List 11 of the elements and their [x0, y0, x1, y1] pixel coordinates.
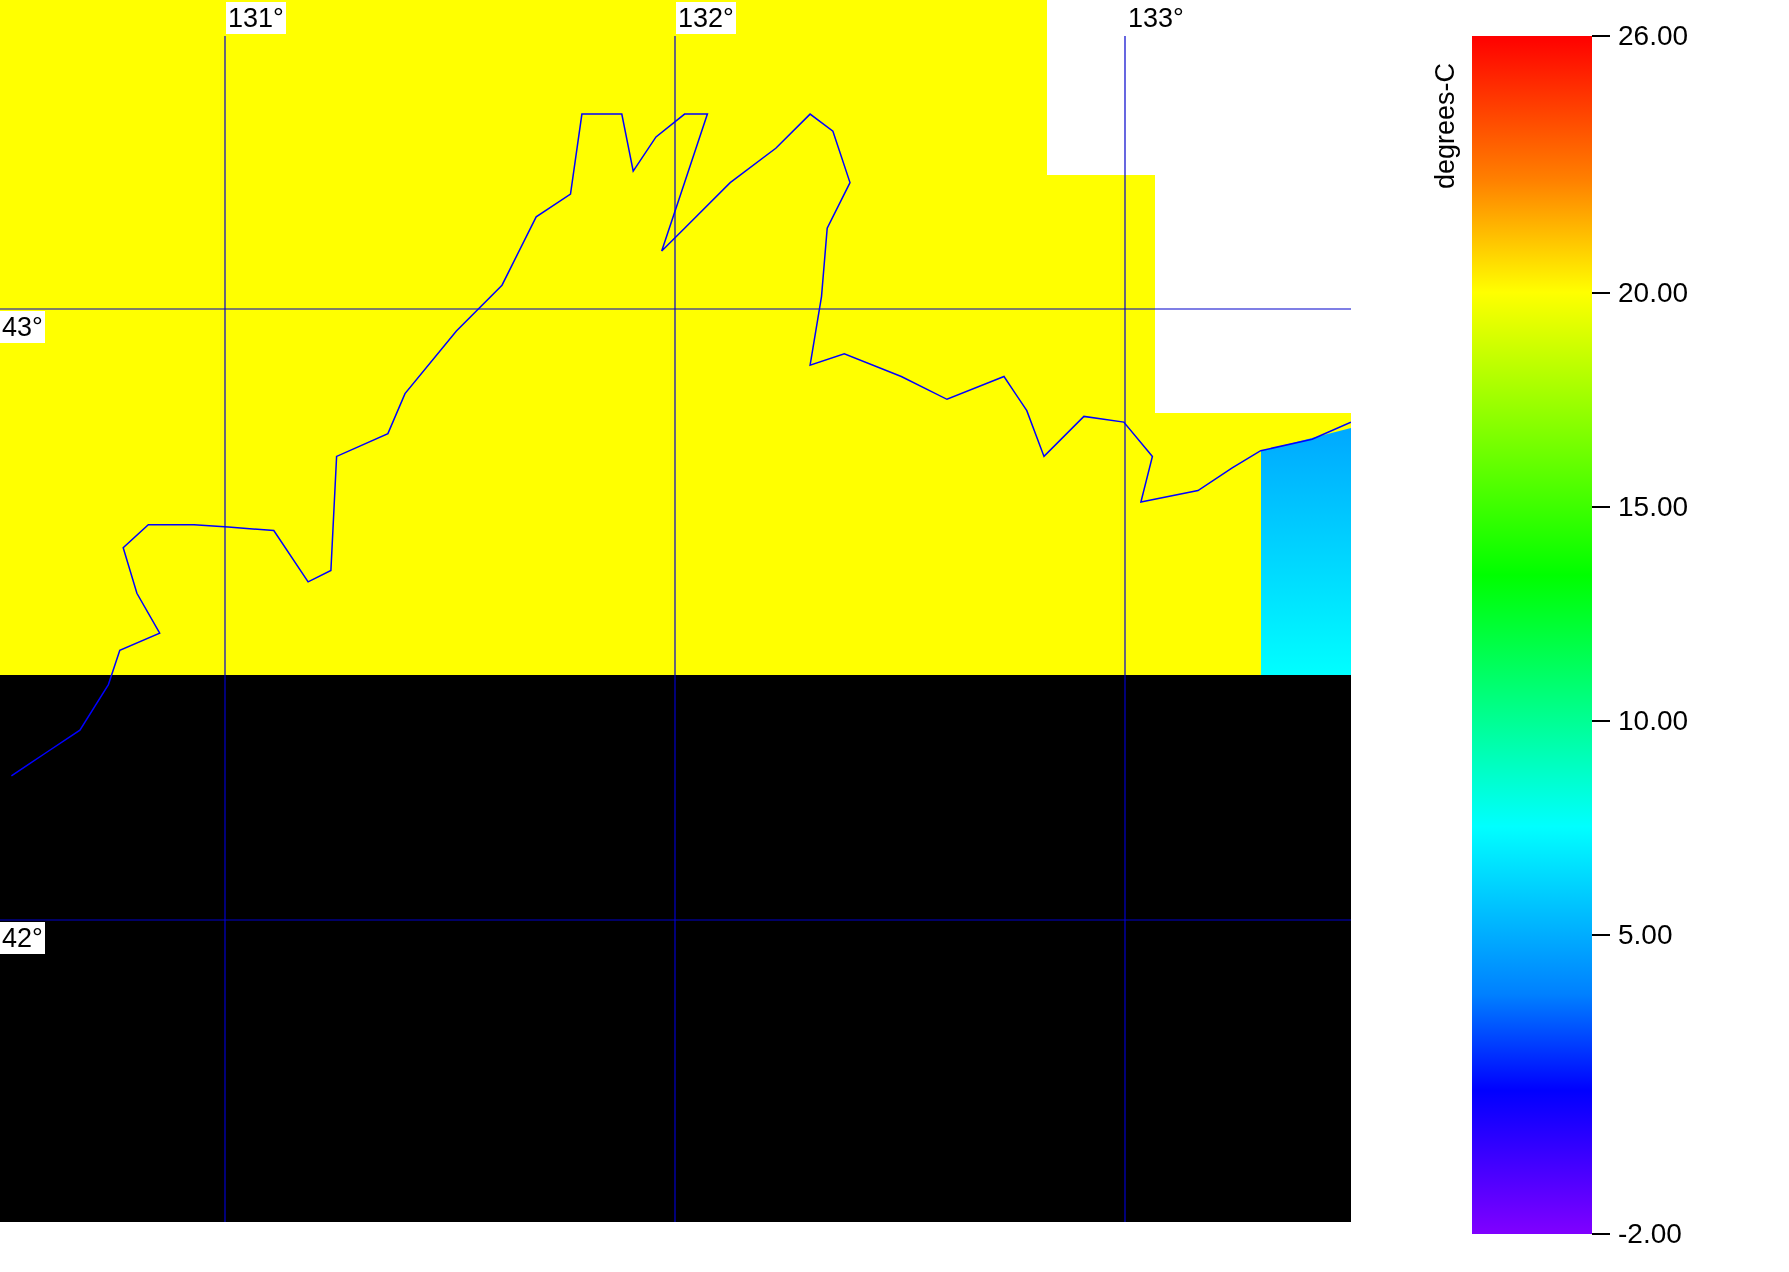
- scale-tick-label: 15.00: [1618, 490, 1689, 523]
- scale-tick-label: 26.00: [1618, 20, 1689, 52]
- longitude-label: 132°: [676, 2, 736, 34]
- scale-tick-label: 10.00: [1618, 704, 1689, 737]
- scale-tick-label: 5.00: [1618, 918, 1673, 951]
- scale-tick-label: -2.00: [1618, 1218, 1682, 1250]
- longitude-label: 131°: [226, 2, 286, 34]
- units-label: degrees-C: [1429, 61, 1461, 191]
- scale-tick-label: 20.00: [1618, 276, 1689, 309]
- latitude-label: 43°: [0, 311, 45, 343]
- latitude-label: 42°: [0, 922, 45, 954]
